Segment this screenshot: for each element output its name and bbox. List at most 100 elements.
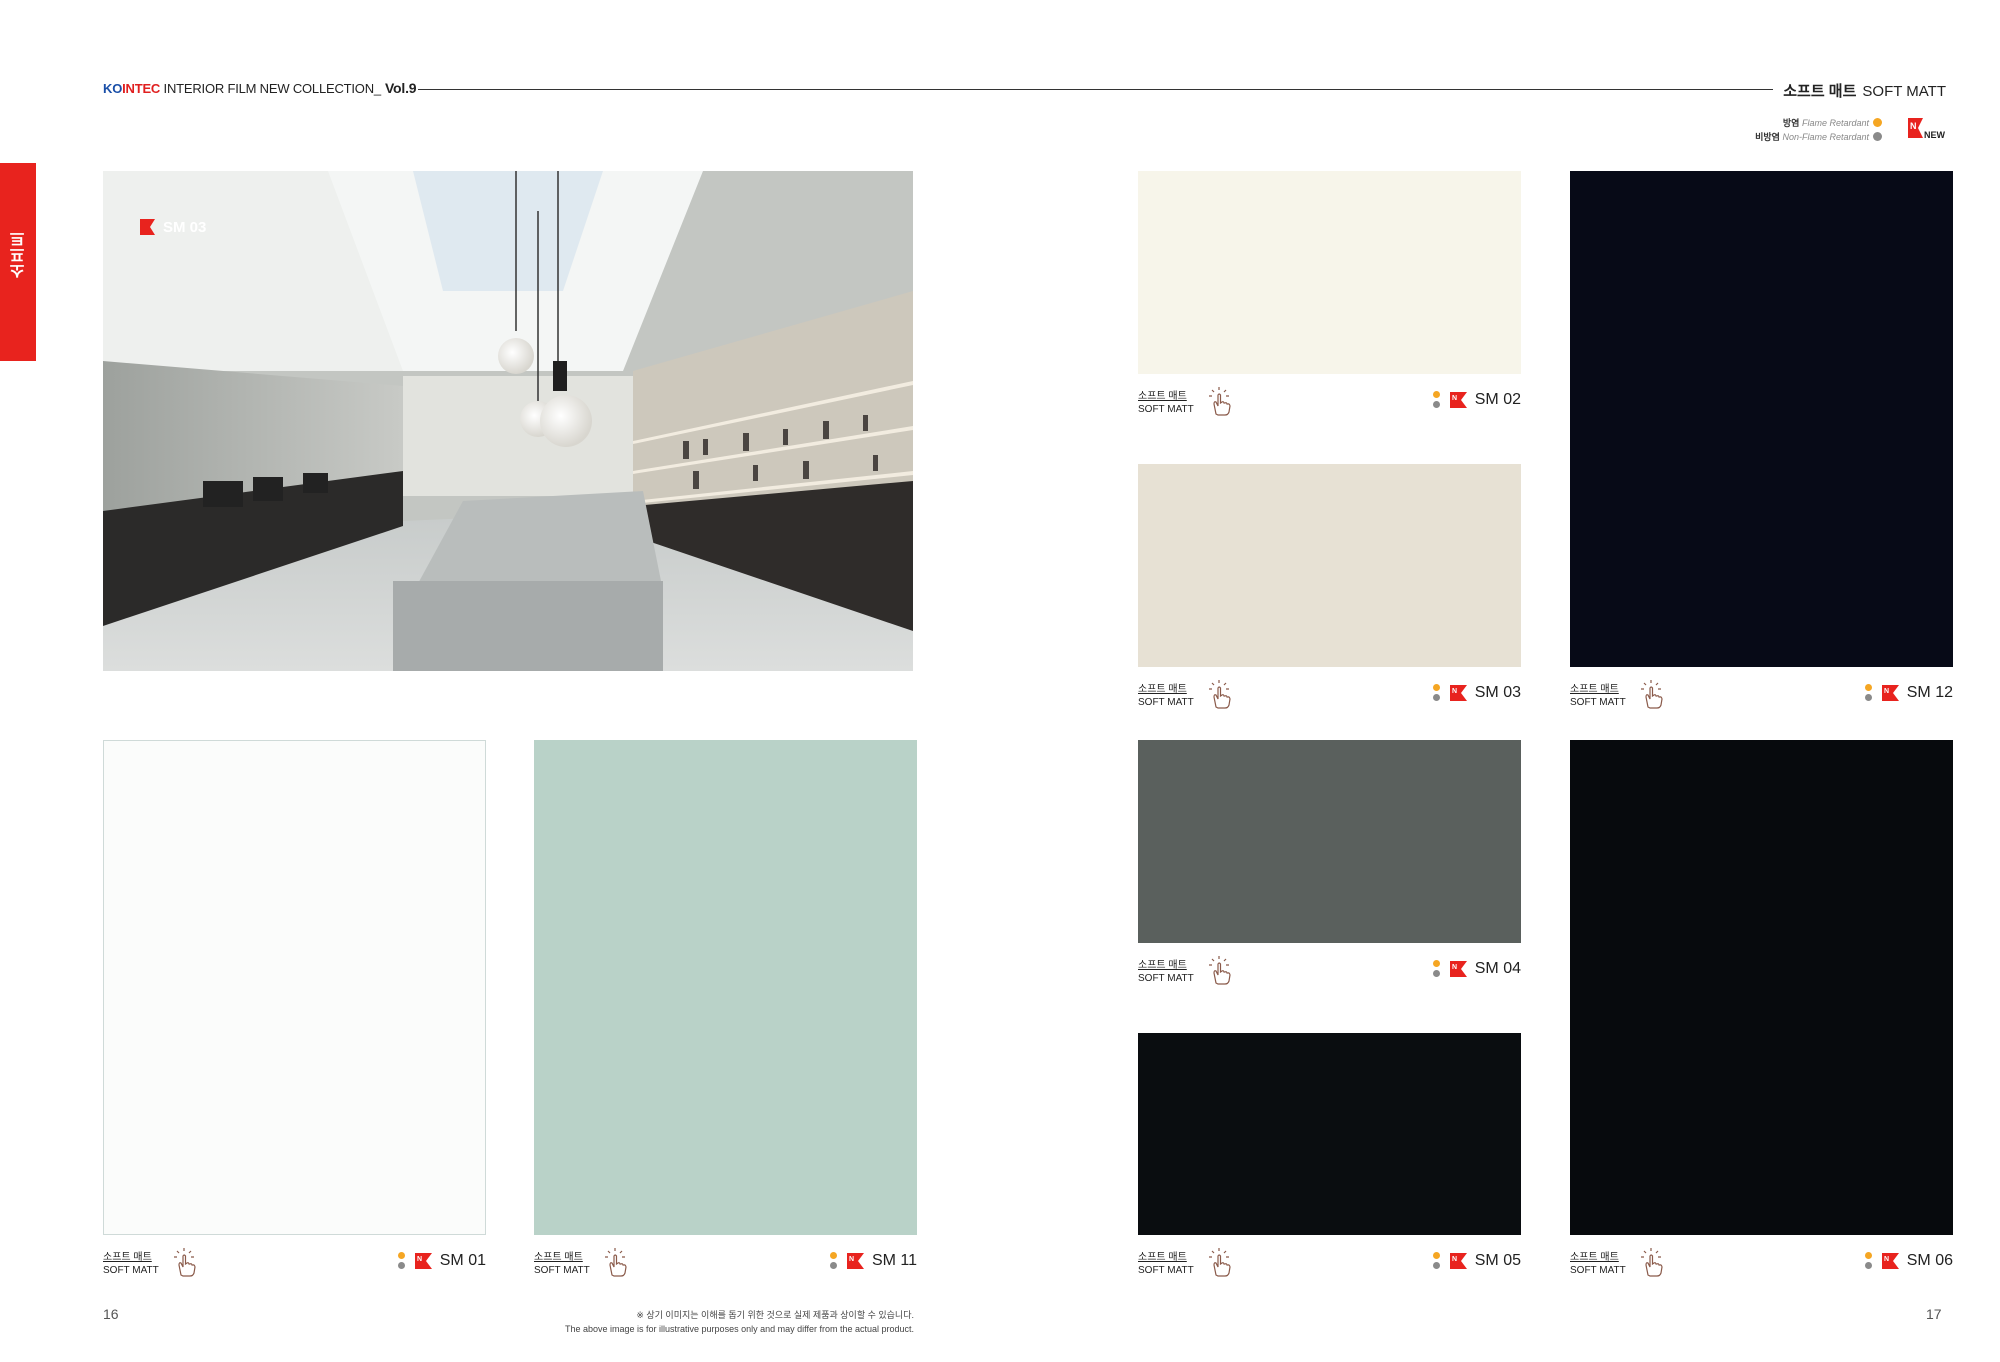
side-tab[interactable]: 소프트 — [0, 163, 36, 361]
swatch-code-label: SM 02 — [1474, 391, 1521, 408]
caption-en: SOFT MATT — [1570, 1265, 1626, 1276]
caption-en: SOFT MATT — [1570, 697, 1626, 708]
swatch-code-label: SM 01 — [439, 1252, 486, 1269]
new-badge: N NEW — [1906, 116, 1946, 144]
nonflame-dot-icon — [1873, 132, 1882, 141]
caption-ko: 소프트 매트 — [1570, 1252, 1619, 1263]
swatch-code: N SM 03 — [1432, 684, 1521, 702]
svg-text:N: N — [1884, 1256, 1889, 1263]
svg-text:N: N — [417, 1256, 422, 1263]
swatch-code-label: SM 03 — [1474, 684, 1521, 701]
caption-ko: 소프트 매트 — [534, 1252, 583, 1263]
caption-ko: 소프트 매트 — [1138, 684, 1187, 695]
caption-ko: 소프트 매트 — [1138, 1252, 1187, 1263]
svg-text:N: N — [1452, 395, 1457, 402]
new-flag-icon: N — [1449, 684, 1469, 702]
swatch-code-label: SM 12 — [1906, 684, 1953, 701]
caption-en: SOFT MATT — [1138, 697, 1194, 708]
showroom-photo: SM 03 — [103, 171, 913, 671]
caption-en: SOFT MATT — [1138, 404, 1194, 415]
legend-flame: 방염 Flame Retardant — [1755, 116, 1882, 130]
new-flag-icon — [140, 219, 155, 235]
legend: 방염 Flame Retardant 비방염 Non-Flame Retarda… — [1755, 116, 1882, 144]
legend-nonflame: 비방염 Non-Flame Retardant — [1755, 130, 1882, 144]
header-rule — [418, 89, 1773, 90]
swatch-caption: 소프트 매트 SOFT MATT — [1570, 1251, 1626, 1277]
caption-en: SOFT MATT — [1138, 973, 1194, 984]
photo-tag-code: SM 03 — [163, 218, 207, 236]
flame-rating-icon — [1864, 1252, 1875, 1270]
touch-hand-icon — [1206, 679, 1238, 711]
flame-dot-icon — [1873, 118, 1882, 127]
swatch-sm02[interactable] — [1138, 171, 1521, 374]
legend-nonflame-en: Non-Flame Retardant — [1782, 132, 1869, 142]
brand-ko: KO — [103, 81, 123, 96]
brand-intec: INTEC — [122, 81, 161, 96]
disclaimer-en: The above image is for illustrative purp… — [564, 1324, 914, 1334]
swatch-caption: 소프트 매트 SOFT MATT — [1570, 683, 1626, 709]
touch-hand-icon — [1638, 1247, 1670, 1279]
swatch-sm11[interactable] — [534, 740, 917, 1235]
swatch-caption: 소프트 매트 SOFT MATT — [1138, 390, 1194, 416]
flame-rating-icon — [1432, 1252, 1443, 1270]
touch-hand-icon — [1206, 955, 1238, 987]
new-flag-icon: N — [1881, 684, 1901, 702]
svg-text:N: N — [1452, 1256, 1457, 1263]
new-flag-icon: N — [846, 1252, 866, 1270]
swatch-sm03[interactable] — [1138, 464, 1521, 667]
new-flag-icon: N — [1449, 391, 1469, 409]
category-heading: 소프트 매트 SOFT MATT — [1783, 80, 1946, 101]
disclaimer: ※ 상기 이미지는 이해를 돕기 위한 것으로 실제 제품과 상이할 수 있습니… — [500, 1308, 914, 1336]
flame-rating-icon — [829, 1252, 840, 1270]
swatch-sm12[interactable] — [1570, 171, 1953, 667]
legend-flame-ko: 방염 — [1782, 118, 1800, 128]
svg-text:N: N — [1452, 964, 1457, 971]
caption-en: SOFT MATT — [534, 1265, 590, 1276]
new-label: NEW — [1924, 130, 1945, 140]
caption-ko: 소프트 매트 — [103, 1252, 152, 1263]
swatch-code: N SM 11 — [829, 1252, 917, 1270]
caption-en: SOFT MATT — [1138, 1265, 1194, 1276]
page-number-right: 17 — [1926, 1306, 1942, 1322]
swatch-sm05[interactable] — [1138, 1033, 1521, 1235]
caption-ko: 소프트 매트 — [1570, 684, 1619, 695]
swatch-code: N SM 02 — [1432, 391, 1521, 409]
swatch-code-label: SM 11 — [871, 1252, 917, 1269]
swatch-sm06[interactable] — [1570, 740, 1953, 1235]
new-flag-icon: N — [1449, 1252, 1469, 1270]
collection-name: INTERIOR FILM NEW COLLECTION_ — [160, 81, 382, 96]
new-flag-icon: N — [1881, 1252, 1901, 1270]
photo-tag: SM 03 — [139, 218, 206, 236]
touch-hand-icon — [1206, 386, 1238, 418]
swatch-sm04[interactable] — [1138, 740, 1521, 943]
collection-title: KOINTEC INTERIOR FILM NEW COLLECTION_ Vol… — [103, 80, 417, 96]
caption-ko: 소프트 매트 — [1138, 960, 1187, 971]
disclaimer-ko: ※ 상기 이미지는 이해를 돕기 위한 것으로 실제 제품과 상이할 수 있습니… — [636, 1310, 914, 1320]
svg-text:N: N — [849, 1256, 854, 1263]
flame-rating-icon — [397, 1252, 408, 1270]
flame-rating-icon — [1432, 684, 1443, 702]
swatch-code-label: SM 05 — [1474, 1252, 1521, 1269]
flame-rating-icon — [1432, 960, 1443, 978]
caption-en: SOFT MATT — [103, 1265, 159, 1276]
swatch-code: N SM 05 — [1432, 1252, 1521, 1270]
swatch-code: N SM 06 — [1864, 1252, 1953, 1270]
new-flag-icon: N — [1449, 960, 1469, 978]
legend-nonflame-ko: 비방염 — [1755, 132, 1780, 142]
flame-rating-icon — [1864, 684, 1875, 702]
volume-label: Vol.9 — [384, 80, 417, 96]
swatch-caption: 소프트 매트 SOFT MATT — [534, 1251, 590, 1277]
category-en: SOFT MATT — [1862, 83, 1946, 100]
svg-text:N: N — [1910, 121, 1917, 131]
swatch-sm01[interactable] — [103, 740, 486, 1235]
new-flag-icon: N — [414, 1252, 434, 1270]
touch-hand-icon — [1638, 679, 1670, 711]
swatch-caption: 소프트 매트 SOFT MATT — [1138, 1251, 1194, 1277]
touch-hand-icon — [602, 1247, 634, 1279]
swatch-code: N SM 01 — [397, 1252, 486, 1270]
swatch-caption: 소프트 매트 SOFT MATT — [1138, 683, 1194, 709]
caption-ko: 소프트 매트 — [1138, 391, 1187, 402]
side-tab-label: 소프트 — [11, 231, 28, 279]
swatch-code: N SM 04 — [1432, 960, 1521, 978]
page-number-left: 16 — [103, 1306, 119, 1322]
